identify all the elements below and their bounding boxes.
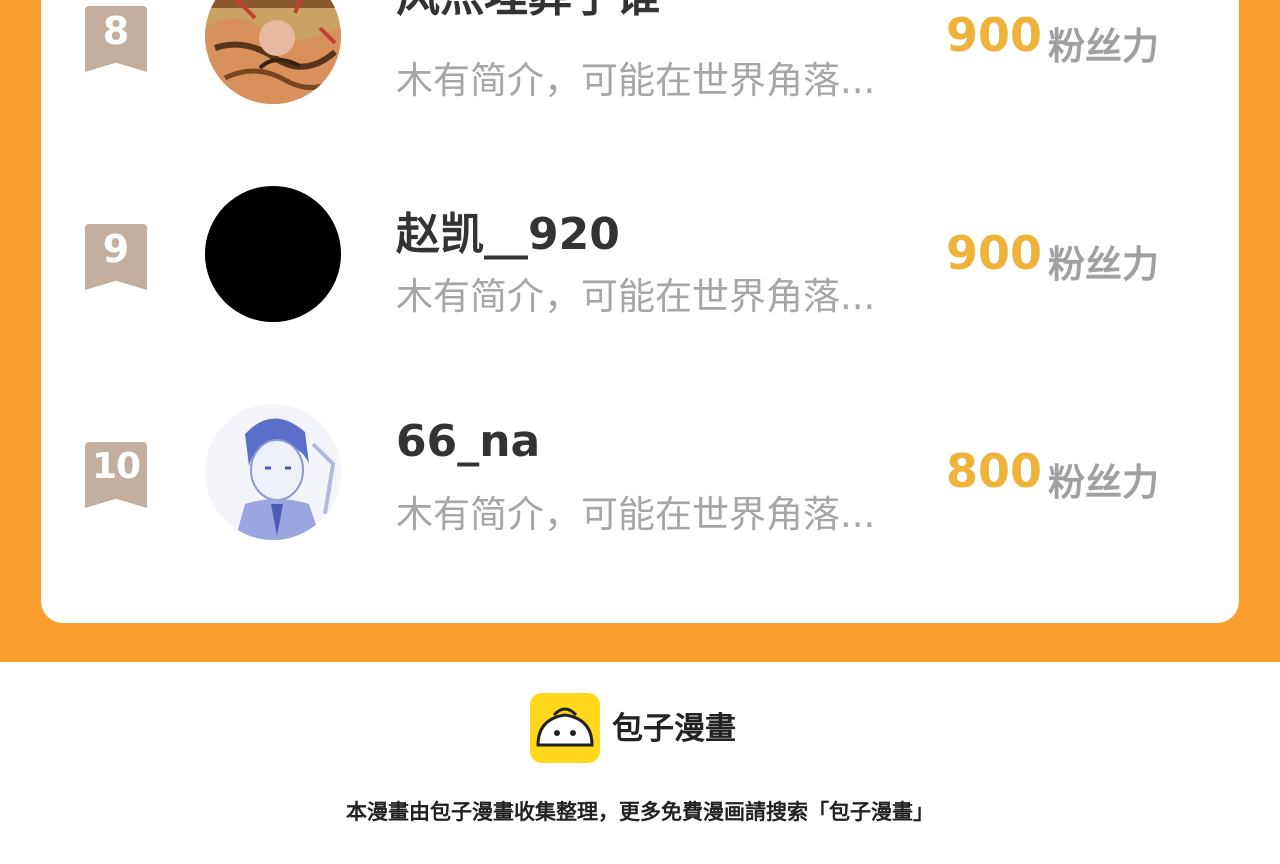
list-item[interactable]: 9 赵凯__920 木有简介，可能在世界角落... 900 粉丝力 xyxy=(0,186,1280,326)
fans-count: 800 xyxy=(946,444,1043,498)
avatar-sketch-icon xyxy=(205,404,341,540)
list-item[interactable]: 8 风灬埋葬了谁 木有简介，可能在世界角落... 900 粉丝力 xyxy=(0,0,1280,108)
brand-name: 包子漫畫 xyxy=(612,711,736,747)
brand-footer: 包子漫畫 xyxy=(0,693,1280,765)
user-bio: 木有简介，可能在世界角落... xyxy=(396,59,876,102)
rank-number: 8 xyxy=(102,9,130,53)
bun-face-icon xyxy=(530,693,600,763)
avatar-illustration-icon xyxy=(205,0,341,104)
username: 赵凯__920 xyxy=(396,209,620,260)
rank-badge: 9 xyxy=(85,224,147,290)
username: 66_na xyxy=(396,416,541,467)
fans-label: 粉丝力 xyxy=(1048,25,1159,68)
fans-count: 900 xyxy=(946,8,1043,62)
username: 风灬埋葬了谁 xyxy=(396,0,660,24)
avatar[interactable] xyxy=(205,0,341,104)
ranking-frame: 8 风灬埋葬了谁 木有简介，可能在世界角落... 900 粉丝力 9 xyxy=(0,0,1280,662)
rank-number: 10 xyxy=(91,446,141,487)
fans-label: 粉丝力 xyxy=(1048,243,1159,286)
rank-number: 9 xyxy=(102,227,130,271)
avatar[interactable] xyxy=(205,186,341,322)
rank-badge: 10 xyxy=(85,442,147,508)
fans-count: 900 xyxy=(946,226,1043,280)
fans-label: 粉丝力 xyxy=(1048,461,1159,504)
rank-badge: 8 xyxy=(85,6,147,72)
user-bio: 木有简介，可能在世界角落... xyxy=(396,275,876,318)
footer-note: 本漫畫由包子漫畫收集整理，更多免費漫画請搜索「包子漫畫」 xyxy=(346,800,934,824)
avatar-black-circle-icon xyxy=(205,186,341,322)
list-item[interactable]: 10 66_na 木有简介，可能在世界角落... 800 粉丝力 xyxy=(0,404,1280,544)
avatar[interactable] xyxy=(205,404,341,540)
user-bio: 木有简介，可能在世界角落... xyxy=(396,493,876,536)
